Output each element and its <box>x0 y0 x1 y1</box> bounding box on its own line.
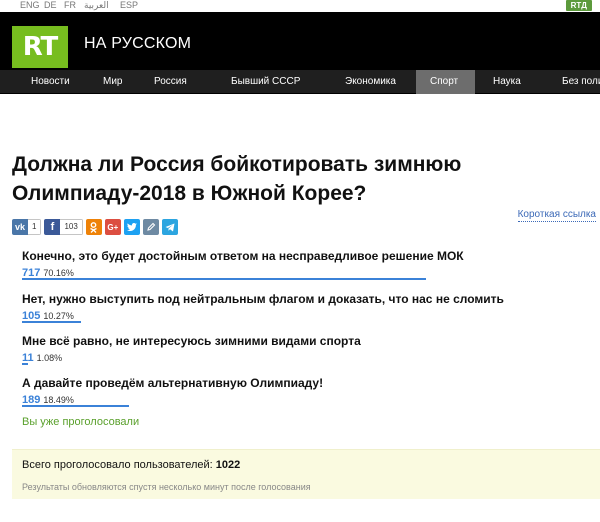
lang-esp[interactable]: ESP <box>120 0 138 10</box>
poll-option-percent: 18.49% <box>43 395 74 405</box>
telegram-icon <box>161 219 178 235</box>
google-plus-icon: G+ <box>104 219 121 235</box>
share-vk-count: 1 <box>28 219 42 235</box>
brand-title[interactable]: НА РУССКОМ <box>84 34 191 54</box>
poll-option-bar <box>22 321 81 323</box>
poll-option[interactable]: Нет, нужно выступить под нейтральным фла… <box>22 292 582 323</box>
vk-icon: vk <box>12 219 28 235</box>
share-ok-button[interactable] <box>85 219 102 235</box>
lang-de[interactable]: DE <box>44 0 57 10</box>
nav-item-world[interactable]: Мир <box>89 70 136 94</box>
page-title: Должна ли Россия бойкотировать зимнюю Ол… <box>12 153 462 205</box>
share-gplus-button[interactable]: G+ <box>104 219 121 235</box>
lang-eng[interactable]: ENG <box>20 0 40 10</box>
nav-item-nopolitics[interactable]: Без поли <box>548 70 600 94</box>
facebook-icon: f <box>44 219 61 235</box>
voted-status: Вы уже проголосовали <box>22 416 140 428</box>
poll-option-label: Нет, нужно выступить под нейтральным фла… <box>22 292 504 306</box>
poll-option-bar <box>22 405 129 407</box>
update-note: Результаты обновляются спустя несколько … <box>22 482 311 492</box>
total-votes-label: Всего проголосовало пользователей: <box>22 459 213 471</box>
poll-option[interactable]: А давайте проведём альтернативную Олимпи… <box>22 376 582 407</box>
nav-item-science[interactable]: Наука <box>479 70 535 94</box>
total-votes-value: 1022 <box>215 459 241 471</box>
poll-option-label: А давайте проведём альтернативную Олимпи… <box>22 376 324 390</box>
total-votes: Всего проголосовало пользователей: 1022 <box>22 458 240 472</box>
lang-ar[interactable]: العربية <box>84 0 109 10</box>
poll-option-stats: 189 18.49% <box>22 392 582 406</box>
poll-option-bar <box>22 363 28 365</box>
nav-item-economy[interactable]: Экономика <box>331 70 410 94</box>
nav-item-ussr[interactable]: Бывший СССР <box>217 70 314 94</box>
poll-summary: Всего проголосовало пользователей: 1022 … <box>12 449 600 499</box>
poll-option-stats: 105 10.27% <box>22 308 582 322</box>
share-bar: vk 1 f 103 G+ <box>12 219 178 235</box>
site-header: RT НА РУССКОМ <box>0 12 600 70</box>
rtd-button[interactable]: RTД <box>565 0 592 11</box>
poll-option-label: Конечно, это будет достойным ответом на … <box>22 249 464 263</box>
nav-item-russia[interactable]: Россия <box>140 70 201 94</box>
share-telegram-button[interactable] <box>161 219 178 235</box>
poll-option-bar <box>22 278 426 280</box>
pencil-icon <box>142 219 159 235</box>
share-vk-button[interactable]: vk 1 <box>12 219 42 235</box>
nav-item-sport[interactable]: Спорт <box>416 70 475 94</box>
main-nav: Новости Мир Россия Бывший СССР Экономика… <box>0 70 600 94</box>
poll-option[interactable]: Мне всё равно, не интересуюсь зимними ви… <box>22 334 582 365</box>
twitter-icon <box>123 219 140 235</box>
share-lj-button[interactable] <box>142 219 159 235</box>
share-fb-count: 103 <box>60 219 83 235</box>
rt-logo[interactable]: RT <box>12 26 68 68</box>
poll-option-percent: 70.16% <box>43 268 74 278</box>
poll-option-stats: 717 70.16% <box>22 265 582 279</box>
poll-option[interactable]: Конечно, это будет достойным ответом на … <box>22 249 582 280</box>
nav-item-news[interactable]: Новости <box>17 70 84 94</box>
share-twitter-button[interactable] <box>123 219 140 235</box>
odnoklassniki-icon <box>85 219 102 235</box>
poll-option-percent: 1.08% <box>36 353 63 363</box>
poll-option-percent: 10.27% <box>43 311 74 321</box>
poll-option-stats: 11 1.08% <box>22 350 582 364</box>
poll-option-label: Мне всё равно, не интересуюсь зимними ви… <box>22 334 361 348</box>
language-bar: ENG DE FR العربية ESP RTД <box>0 0 600 12</box>
short-link[interactable]: Короткая ссылка <box>517 209 596 222</box>
lang-fr[interactable]: FR <box>64 0 76 10</box>
share-fb-button[interactable]: f 103 <box>44 219 83 235</box>
